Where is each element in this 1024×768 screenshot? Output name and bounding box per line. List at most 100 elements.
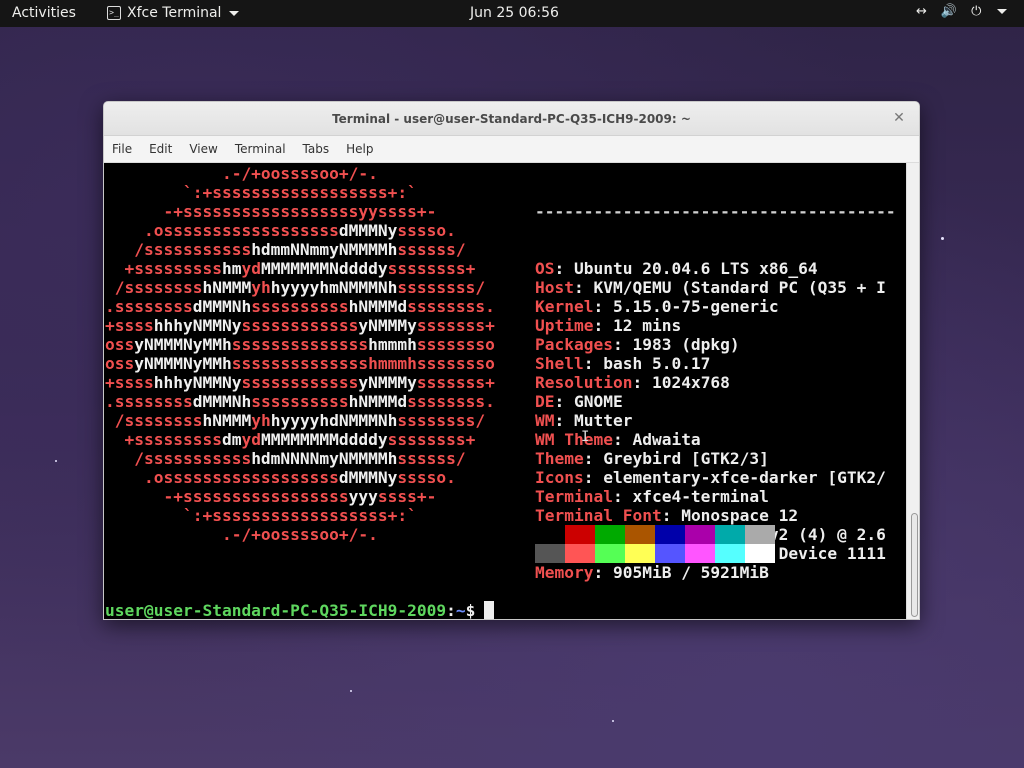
logo-segment: hdmmNNmmyNMMMMh — [251, 240, 398, 259]
volume-icon: 🔊 — [940, 4, 958, 19]
info-row: DE: GNOME — [535, 392, 896, 411]
logo-segment: dMMMNh — [192, 297, 252, 316]
prompt-path: ~ — [455, 601, 466, 620]
window-title: Terminal - user@user-Standard-PC-Q35-ICH… — [332, 112, 691, 126]
logo-segment: hmmmh — [368, 335, 417, 354]
info-value: : Adwaita — [612, 430, 701, 449]
info-row: Resolution: 1024x768 — [535, 373, 896, 392]
info-row: WM Theme: Adwaita — [535, 430, 896, 449]
info-value: : 1024x768 — [632, 373, 730, 392]
logo-segment: .ssssssss — [105, 297, 193, 316]
logo-segment: ssssssssss — [251, 392, 349, 411]
activities-button[interactable]: Activities — [12, 5, 76, 21]
logo-line: .ssssssssdMMMNhsssssssssshNMMMdssssssss. — [105, 392, 495, 411]
info-row: Icons: elementary-xfce-darker [GTK2/ — [535, 468, 896, 487]
logo-line: `:+ssssssssssssssssss+:` — [105, 506, 495, 525]
logo-segment: dMMMNy — [338, 468, 398, 487]
info-value: : 5.15.0-75-generic — [593, 297, 779, 316]
info-key: OS — [535, 259, 555, 278]
star — [350, 690, 352, 692]
logo-segment: dm — [221, 430, 242, 449]
prompt-colon: : — [446, 601, 456, 620]
terminal-output[interactable]: .-/+oossssoo+/-. `:+ssssssssssssssssss+:… — [104, 163, 906, 620]
scrollbar-thumb[interactable] — [911, 513, 918, 617]
info-key: Packages — [535, 335, 613, 354]
logo-segment: dMMMNy — [338, 221, 398, 240]
logo-segment: ssssss/ — [397, 449, 466, 468]
menu-help[interactable]: Help — [346, 142, 373, 156]
palette-swatch — [625, 544, 655, 563]
logo-segment: hyyyyhmNMMMNh — [270, 278, 398, 297]
logo-segment: yd — [241, 259, 261, 278]
menu-terminal[interactable]: Terminal — [235, 142, 286, 156]
info-key: Resolution — [535, 373, 633, 392]
logo-segment: /sssssssssss — [105, 240, 252, 259]
info-value: : 905MiB / 5921MiB — [593, 563, 769, 582]
logo-segment: `:+ssssssssssssssssss+:` — [105, 506, 417, 525]
logo-segment: MMMMMMMMddddy — [260, 430, 388, 449]
logo-segment: /ssssssss — [105, 278, 203, 297]
menu-file[interactable]: File — [112, 142, 132, 156]
logo-line: `:+ssssssssssssssssss+:` — [105, 183, 495, 202]
logo-segment: yh — [251, 278, 271, 297]
prompt-user-host: user@user-Standard-PC-Q35-ICH9-2009 — [105, 601, 447, 620]
info-value: : GNOME — [554, 392, 623, 411]
logo-segment: ssssssssssssss — [231, 335, 369, 354]
info-row: Shell: bash 5.0.17 — [535, 354, 896, 373]
terminal-window[interactable]: Terminal - user@user-Standard-PC-Q35-ICH… — [103, 101, 920, 620]
menu-bar: File Edit View Terminal Tabs Help — [104, 136, 919, 163]
logo-segment: yNMMMNyMMh — [134, 335, 232, 354]
info-key: WM — [535, 411, 555, 430]
menu-view[interactable]: View — [189, 142, 217, 156]
shell-prompt[interactable]: user@user-Standard-PC-Q35-ICH9-2009:~$ — [105, 601, 495, 620]
info-separator: ------------------------------------- — [535, 202, 896, 221]
info-row: OS: Ubuntu 20.04.6 LTS x86_64 — [535, 259, 896, 278]
logo-segment: sssssssssssssshmmmhssssssso — [231, 354, 495, 373]
palette-swatch — [625, 525, 655, 544]
logo-segment: hyyyyhdNMMMNh — [270, 411, 398, 430]
logo-segment: /ssssssss — [105, 411, 203, 430]
logo-segment: yNMMMy — [358, 316, 417, 335]
menu-edit[interactable]: Edit — [149, 142, 172, 156]
info-value: : KVM/QEMU (Standard PC (Q35 + I — [573, 278, 886, 297]
menu-tabs[interactable]: Tabs — [303, 142, 330, 156]
palette-swatch — [685, 525, 715, 544]
logo-segment: hNMMMd — [348, 392, 408, 411]
logo-segment: dMMMNh — [192, 392, 252, 411]
logo-segment: MMMMMMMNddddy — [260, 259, 388, 278]
logo-line: +sssssssssdmydMMMMMMMMddddyssssssss+ — [105, 430, 495, 449]
logo-segment: hm — [221, 259, 242, 278]
color-palette — [535, 525, 775, 563]
app-menu[interactable]: >_ Xfce Terminal — [107, 5, 240, 21]
logo-segment: hhhyNMMNy — [153, 373, 242, 392]
clock[interactable]: Jun 25 06:56 — [470, 5, 559, 21]
window-titlebar[interactable]: Terminal - user@user-Standard-PC-Q35-ICH… — [104, 102, 919, 136]
palette-swatch — [595, 544, 625, 563]
logo-segment: .ossssssssssssssssss — [105, 468, 339, 487]
logo-segment: ssssssss/ — [397, 411, 486, 430]
logo-segment: sssssss+ — [416, 316, 495, 335]
logo-segment: yyy — [348, 487, 378, 506]
network-icon: ↔ — [916, 4, 927, 19]
star — [55, 460, 57, 462]
logo-line: ossyNMMMNyMMhsssssssssssssshmmmhssssssso — [105, 335, 495, 354]
logo-line: +sssshhhyNMMNyssssssssssssyNMMMysssssss+ — [105, 316, 495, 335]
power-icon: ⏻ — [971, 4, 982, 19]
info-key: Icons — [535, 468, 584, 487]
logo-line: .-/+oossssoo+/-. — [105, 525, 495, 544]
terminal-scrollbar[interactable] — [906, 163, 919, 619]
app-menu-label: Xfce Terminal — [127, 5, 222, 21]
logo-segment: hNMMM — [202, 278, 252, 297]
logo-segment: ssssssss. — [407, 297, 495, 316]
logo-segment: hhhyNMMNy — [153, 316, 242, 335]
text-cursor-icon: I — [581, 429, 590, 445]
palette-swatch — [535, 544, 565, 563]
close-icon[interactable]: ✕ — [891, 110, 907, 126]
system-tray[interactable]: ↔ 🔊 ⏻ — [916, 4, 1008, 19]
logo-segment: .-/+oossssoo+/-. — [105, 164, 378, 183]
palette-swatch — [565, 544, 595, 563]
prompt-symbol: $ — [465, 601, 476, 620]
logo-segment: oss — [105, 335, 135, 354]
info-key: Kernel — [535, 297, 594, 316]
info-key: Host — [535, 278, 574, 297]
